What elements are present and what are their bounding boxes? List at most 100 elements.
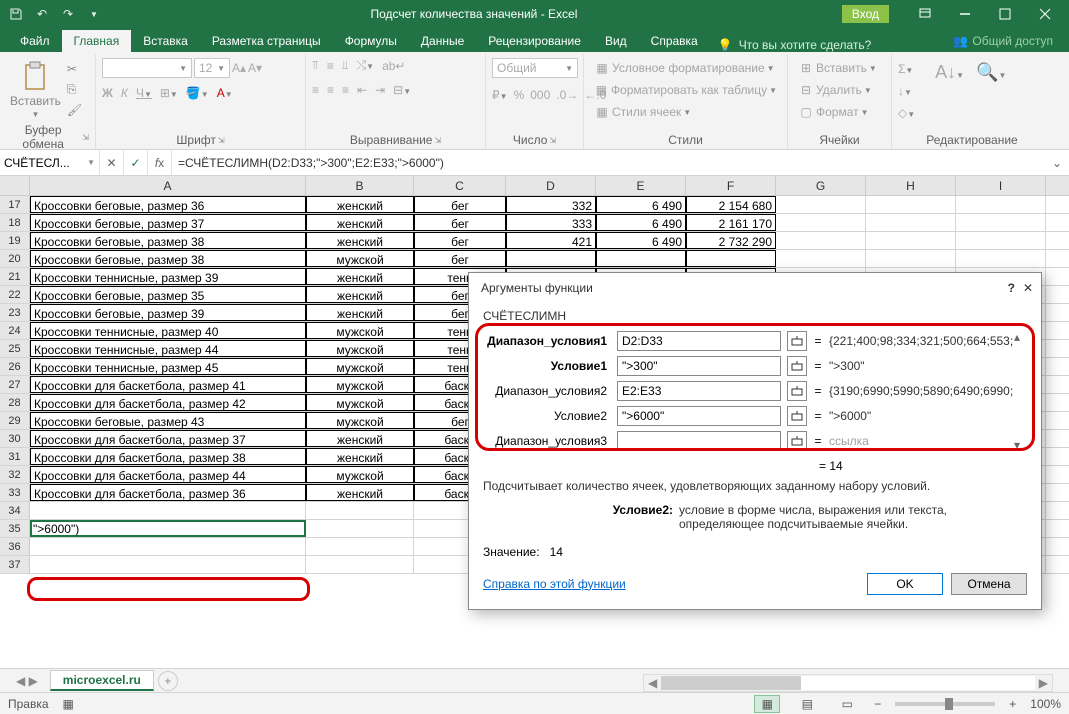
col-header-A[interactable]: A xyxy=(30,176,306,195)
cell[interactable]: Кроссовки теннисные, размер 39 xyxy=(30,268,306,285)
format-cells-button[interactable]: ▢Формат ▼ xyxy=(794,102,885,122)
col-header-D[interactable]: D xyxy=(506,176,596,195)
cut-icon[interactable]: ✂ xyxy=(67,62,82,76)
cell[interactable]: женский xyxy=(306,214,414,231)
align-left-icon[interactable]: ≡ xyxy=(312,83,319,97)
cancel-formula-icon[interactable]: ✕ xyxy=(100,150,124,175)
cell[interactable]: Кроссовки для баскетбола, размер 44 xyxy=(30,466,306,483)
sort-filter-icon[interactable]: A↓▼ xyxy=(935,62,964,83)
row-header[interactable]: 29 xyxy=(0,412,30,429)
cell[interactable]: мужской xyxy=(306,358,414,375)
undo-icon[interactable]: ↶ xyxy=(30,3,54,25)
help-link[interactable]: Справка по этой функции xyxy=(483,577,626,591)
number-format-select[interactable]: Общий▼ xyxy=(492,58,578,78)
align-center-icon[interactable]: ≡ xyxy=(327,83,334,97)
col-header-B[interactable]: B xyxy=(306,176,414,195)
cell[interactable]: Кроссовки беговые, размер 43 xyxy=(30,412,306,429)
redo-icon[interactable]: ↷ xyxy=(56,3,80,25)
cell[interactable]: женский xyxy=(306,268,414,285)
ribbon-options-icon[interactable] xyxy=(905,0,945,28)
cell[interactable]: 333 xyxy=(506,214,596,231)
font-size-select[interactable]: 12▼ xyxy=(194,58,230,78)
zoom-out-icon[interactable]: − xyxy=(874,697,881,711)
cell[interactable] xyxy=(596,250,686,267)
row-header[interactable]: 20 xyxy=(0,250,30,267)
fx-icon[interactable]: fx xyxy=(148,150,172,175)
close-icon[interactable] xyxy=(1025,0,1065,28)
delete-cells-button[interactable]: ⊟Удалить ▼ xyxy=(794,80,885,100)
font-name-select[interactable]: ▼ xyxy=(102,58,192,78)
cell[interactable]: мужской xyxy=(306,340,414,357)
row-header[interactable]: 18 xyxy=(0,214,30,231)
col-header-G[interactable]: G xyxy=(776,176,866,195)
tab-data[interactable]: Данные xyxy=(409,30,476,52)
zoom-level[interactable]: 100% xyxy=(1030,697,1061,711)
normal-view-icon[interactable]: ▦ xyxy=(754,695,780,713)
insert-cells-button[interactable]: ⊞Вставить ▼ xyxy=(794,58,885,78)
range-select-icon[interactable] xyxy=(787,381,807,401)
cell[interactable]: мужской xyxy=(306,250,414,267)
cell[interactable]: женский xyxy=(306,286,414,303)
row-header[interactable]: 35 xyxy=(0,520,30,537)
cell[interactable]: бег xyxy=(414,250,506,267)
cell[interactable] xyxy=(506,250,596,267)
cell[interactable]: женский xyxy=(306,304,414,321)
find-select-icon[interactable]: 🔍▼ xyxy=(976,62,1006,83)
qat-dropdown-icon[interactable]: ▼ xyxy=(82,3,106,25)
macro-record-icon[interactable]: ▦ xyxy=(63,697,74,711)
cell[interactable]: женский xyxy=(306,196,414,213)
row-header[interactable]: 32 xyxy=(0,466,30,483)
row-header[interactable]: 26 xyxy=(0,358,30,375)
cell[interactable]: 6 490 xyxy=(596,196,686,213)
cell[interactable]: бег xyxy=(414,196,506,213)
align-bottom-icon[interactable]: ⫫ xyxy=(342,58,349,73)
cell[interactable] xyxy=(956,214,1046,231)
cell[interactable]: Кроссовки для баскетбола, размер 36 xyxy=(30,484,306,501)
autosum-icon[interactable]: Σ▼ xyxy=(898,62,915,76)
cell-styles-button[interactable]: ▦Стили ячеек▼ xyxy=(590,102,781,122)
col-header-E[interactable]: E xyxy=(596,176,686,195)
dialog-titlebar[interactable]: Аргументы функции ? ✕ xyxy=(469,273,1041,303)
row-header[interactable]: 17 xyxy=(0,196,30,213)
tab-review[interactable]: Рецензирование xyxy=(476,30,593,52)
row-header[interactable]: 22 xyxy=(0,286,30,303)
tab-page-layout[interactable]: Разметка страницы xyxy=(200,30,333,52)
font-color-icon[interactable]: A▼ xyxy=(217,86,233,100)
name-box[interactable]: СЧЁТЕСЛ...▼ xyxy=(0,150,100,175)
cell[interactable]: Кроссовки теннисные, размер 40 xyxy=(30,322,306,339)
page-layout-view-icon[interactable]: ▤ xyxy=(794,695,820,713)
align-top-icon[interactable]: ⫪ xyxy=(312,58,319,73)
col-header-C[interactable]: C xyxy=(414,176,506,195)
cell[interactable]: Кроссовки беговые, размер 35 xyxy=(30,286,306,303)
cell[interactable]: Кроссовки беговые, размер 36 xyxy=(30,196,306,213)
row-header[interactable]: 25 xyxy=(0,340,30,357)
cell[interactable]: Кроссовки беговые, размер 38 xyxy=(30,250,306,267)
arg-input[interactable]: E2:E33 xyxy=(617,381,781,401)
paste-button[interactable]: Вставить ▼ xyxy=(6,58,65,121)
cell[interactable]: Кроссовки для баскетбола, размер 37 xyxy=(30,430,306,447)
cell[interactable]: 6 490 xyxy=(596,214,686,231)
select-all-corner[interactable] xyxy=(0,176,30,195)
row-header[interactable]: 23 xyxy=(0,304,30,321)
cell[interactable] xyxy=(306,538,414,555)
dialog-close-icon[interactable]: ✕ xyxy=(1023,281,1033,295)
cell[interactable] xyxy=(30,556,306,573)
align-right-icon[interactable]: ≡ xyxy=(342,83,349,97)
merge-icon[interactable]: ⊟▼ xyxy=(393,83,411,97)
cell[interactable] xyxy=(866,232,956,249)
login-button[interactable]: Вход xyxy=(842,5,889,23)
orientation-icon[interactable]: ⤭▼ xyxy=(357,58,375,73)
cell[interactable]: мужской xyxy=(306,394,414,411)
cell[interactable] xyxy=(866,250,956,267)
tab-help[interactable]: Справка xyxy=(639,30,710,52)
cell[interactable] xyxy=(866,214,956,231)
indent-dec-icon[interactable]: ⇤ xyxy=(357,83,367,97)
cell[interactable]: 332 xyxy=(506,196,596,213)
dialog-help-icon[interactable]: ? xyxy=(1008,281,1015,295)
conditional-formatting-button[interactable]: ▦Условное форматирование▼ xyxy=(590,58,781,78)
share-button[interactable]: 👥 Общий доступ xyxy=(937,30,1069,52)
cell[interactable]: 2 154 680 xyxy=(686,196,776,213)
cell[interactable]: Кроссовки беговые, размер 39 xyxy=(30,304,306,321)
row-header[interactable]: 37 xyxy=(0,556,30,573)
row-header[interactable]: 24 xyxy=(0,322,30,339)
